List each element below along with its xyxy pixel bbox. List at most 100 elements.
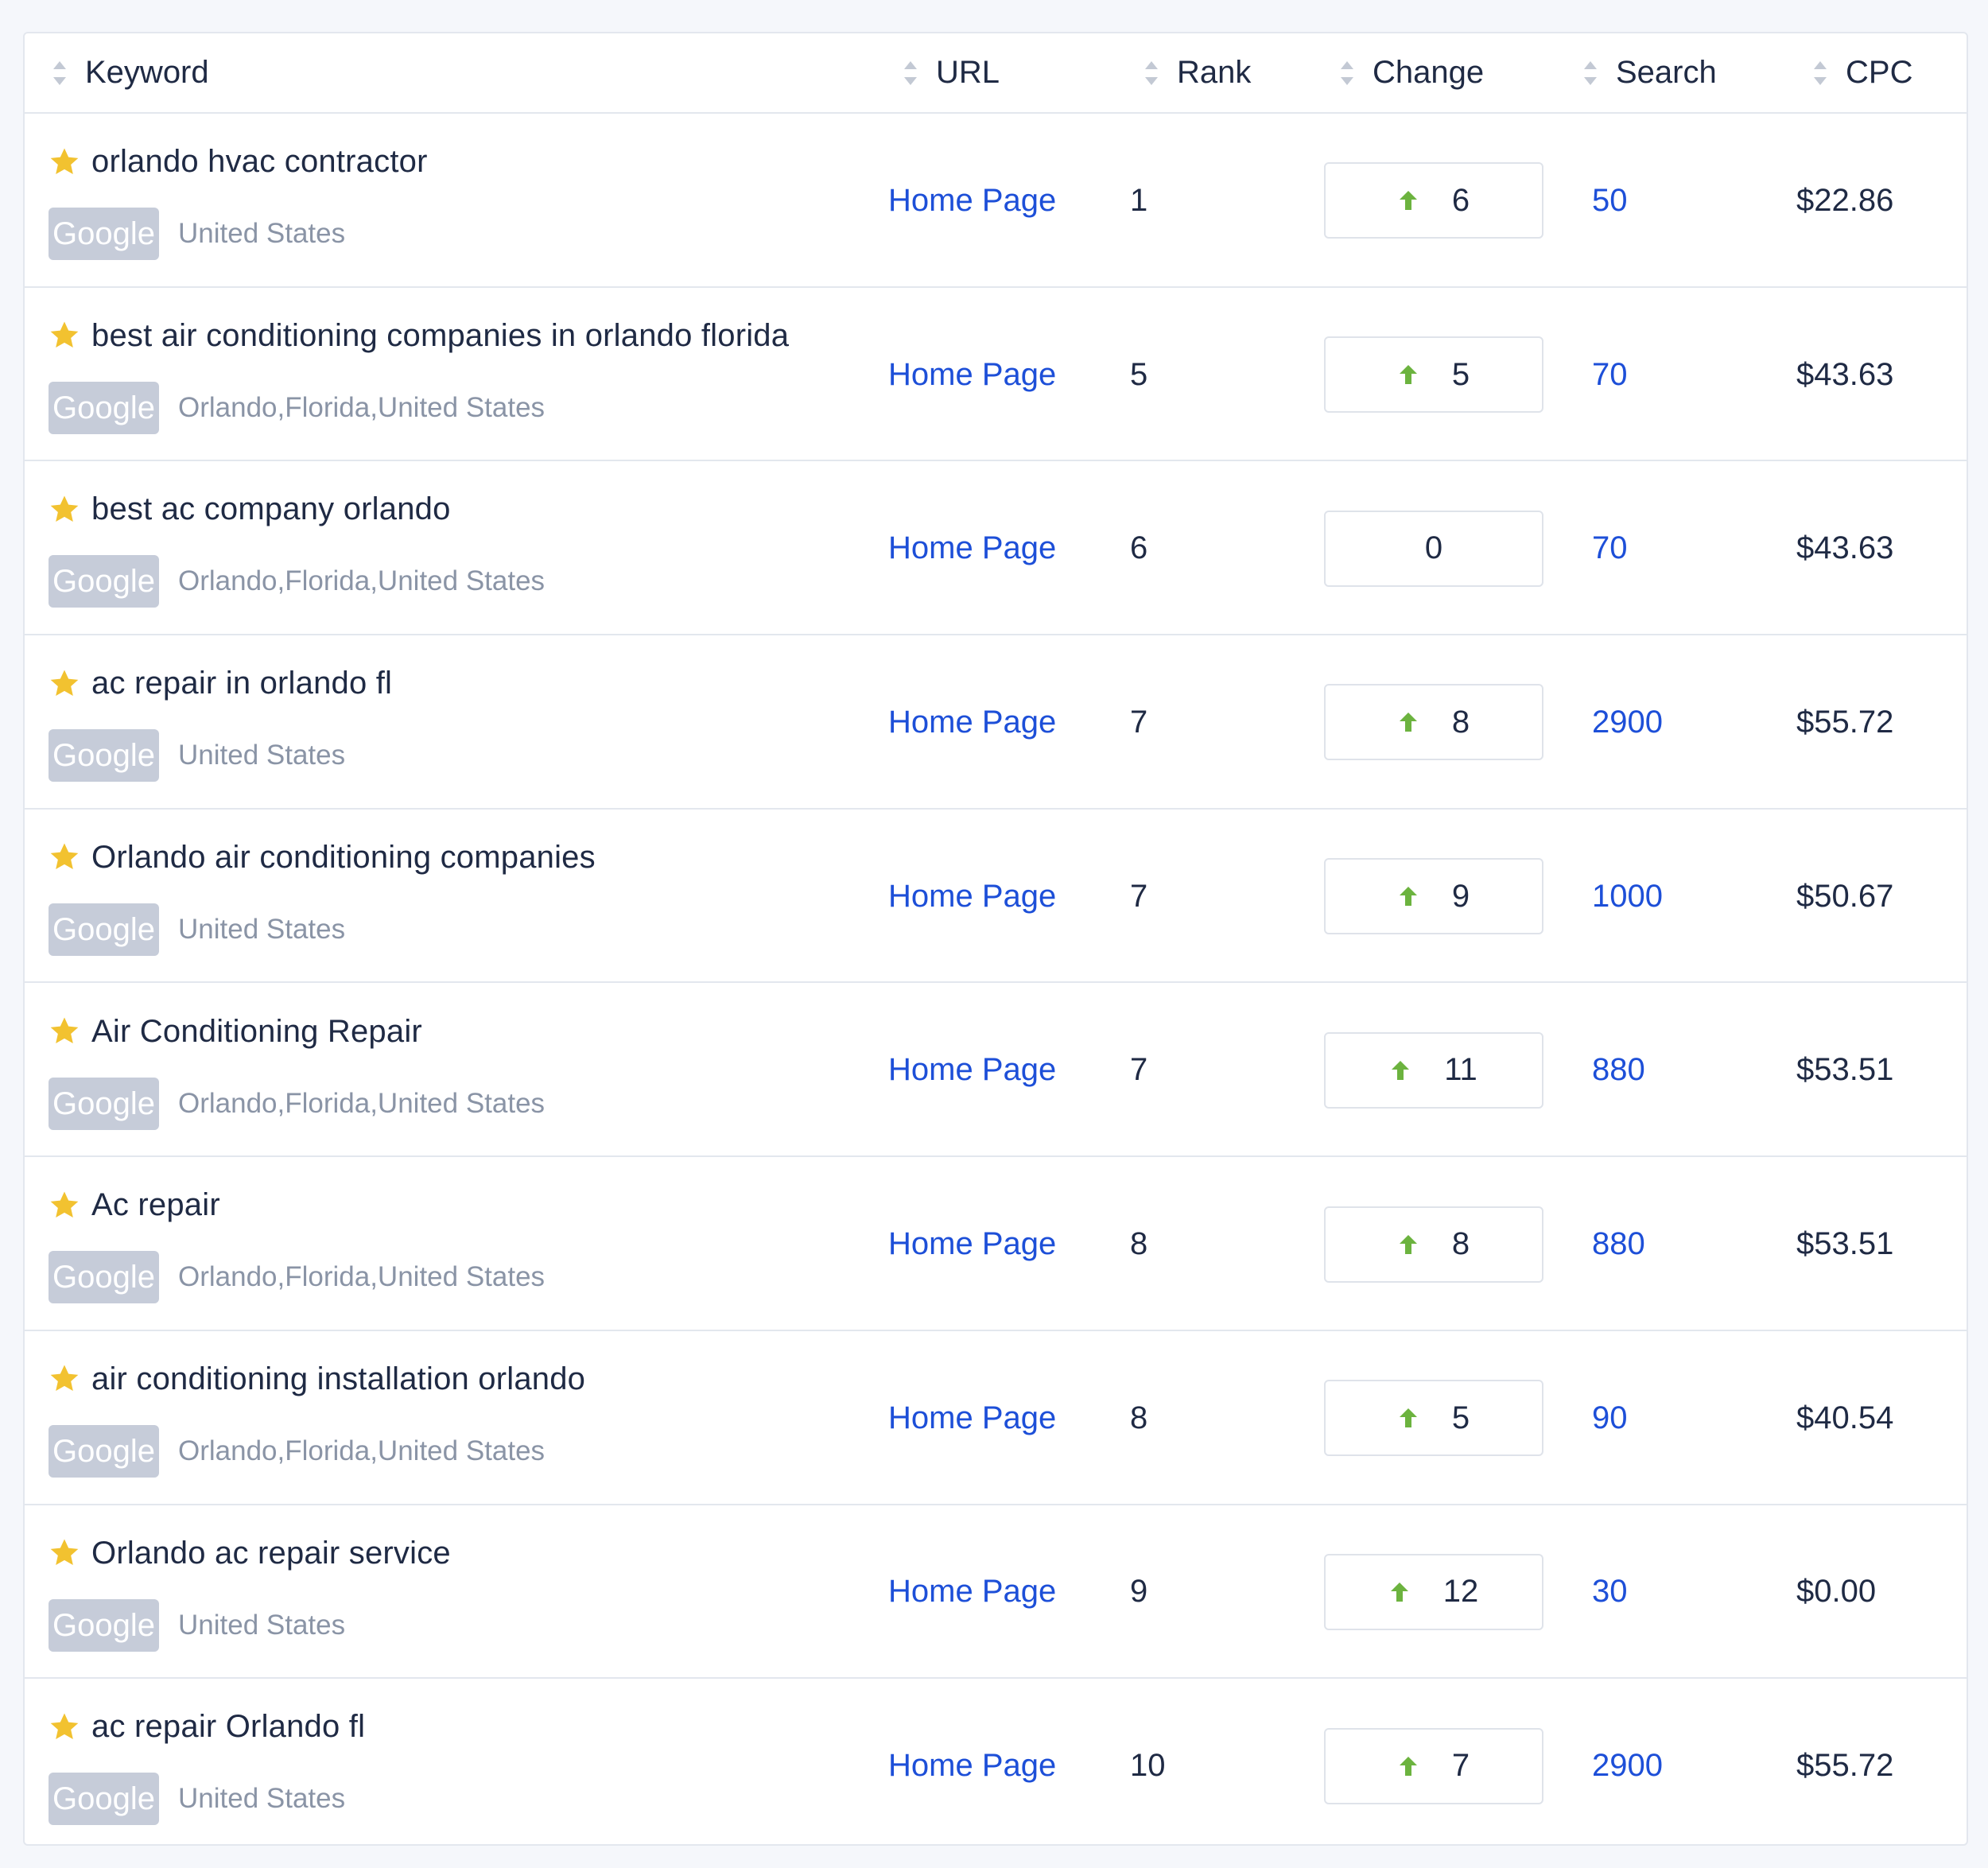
url-link[interactable]: Home Page xyxy=(888,525,1056,573)
sort-icon[interactable] xyxy=(1339,60,1355,87)
star-icon[interactable] xyxy=(49,1190,80,1221)
change-value: 11 xyxy=(1444,1052,1477,1088)
change-value: 5 xyxy=(1451,356,1470,392)
location-text: United States xyxy=(177,740,346,771)
star-icon[interactable] xyxy=(49,841,80,873)
change-box: 12 xyxy=(1324,1553,1543,1630)
url-link[interactable]: Home Page xyxy=(888,698,1056,746)
search-engine-badge: Google xyxy=(49,381,159,434)
keyword-meta: Google United States xyxy=(49,1773,345,1826)
sort-icon[interactable] xyxy=(1812,60,1828,87)
column-header-label: Rank xyxy=(1177,55,1252,90)
keyword-meta: Google United States xyxy=(49,1598,346,1652)
table-row: Air Conditioning Repair Google Orlando,Flo… xyxy=(25,984,1967,1158)
sort-icon[interactable] xyxy=(52,60,68,87)
cpc-value: $53.51 xyxy=(1796,1226,1894,1262)
url-link[interactable]: Home Page xyxy=(888,1221,1056,1268)
arrow-up-icon xyxy=(1399,1408,1417,1428)
keyword-cell: Air Conditioning Repair xyxy=(49,1014,422,1050)
table-row: ac repair Orlando fl Google United States H… xyxy=(25,1679,1967,1853)
column-header-label: Search xyxy=(1616,55,1717,90)
cpc-value: $0.00 xyxy=(1796,1574,1877,1610)
table-row: ac repair in orlando fl Google United Stat… xyxy=(25,635,1967,810)
change-box: 9 xyxy=(1324,858,1543,935)
column-header-rank[interactable]: Rank xyxy=(1143,33,1251,112)
sort-icon[interactable] xyxy=(1143,60,1159,87)
rank-value: 8 xyxy=(1130,1226,1148,1262)
url-link[interactable]: Home Page xyxy=(888,1568,1056,1616)
search-engine-badge: Google xyxy=(49,903,159,956)
table-row: air conditioning installation orlando Goo… xyxy=(25,1331,1967,1505)
keyword-text: best air conditioning companies in orlan… xyxy=(91,317,790,353)
location-text: Orlando,Florida,United States xyxy=(177,565,546,597)
star-icon[interactable] xyxy=(49,1537,80,1569)
column-header-keyword[interactable]: Keyword xyxy=(52,33,209,112)
table-row: Ac repair Google Orlando,Florida,United St… xyxy=(25,1157,1967,1331)
url-link[interactable]: Home Page xyxy=(888,872,1056,920)
url-link[interactable]: Home Page xyxy=(888,1394,1056,1442)
column-header-url[interactable]: URL xyxy=(903,33,1000,112)
search-volume-link[interactable]: 30 xyxy=(1592,1568,1628,1616)
search-volume-link[interactable]: 70 xyxy=(1592,525,1628,573)
keyword-meta: Google United States xyxy=(49,903,345,956)
column-header-cpc[interactable]: CPC xyxy=(1812,33,1912,112)
search-engine-badge: Google xyxy=(49,208,159,260)
search-engine-badge: Google xyxy=(49,1424,159,1478)
keyword-cell: air conditioning installation orlando xyxy=(49,1361,585,1397)
sort-icon[interactable] xyxy=(1582,60,1598,87)
search-volume-link[interactable]: 880 xyxy=(1592,1221,1645,1268)
table-header: Keyword URL Rank Change Search CPC xyxy=(25,33,1967,114)
star-icon[interactable] xyxy=(49,1363,80,1395)
rank-value: 5 xyxy=(1130,356,1148,392)
change-value: 0 xyxy=(1424,530,1443,566)
star-icon[interactable] xyxy=(49,668,80,700)
arrow-up-icon xyxy=(1399,1234,1417,1254)
search-engine-badge: Google xyxy=(49,1077,159,1130)
change-value: 12 xyxy=(1442,1574,1479,1610)
search-volume-link[interactable]: 70 xyxy=(1592,351,1628,398)
rank-value: 1 xyxy=(1130,182,1148,218)
search-volume-link[interactable]: 1000 xyxy=(1592,872,1663,920)
rank-value: 10 xyxy=(1130,1748,1166,1784)
location-text: Orlando,Florida,United States xyxy=(177,1087,546,1119)
star-icon[interactable] xyxy=(49,1711,80,1743)
keyword-cell: Orlando air conditioning companies xyxy=(49,840,596,876)
location-text: Orlando,Florida,United States xyxy=(177,391,546,423)
search-engine-badge: Google xyxy=(49,555,159,608)
search-volume-link[interactable]: 90 xyxy=(1592,1394,1628,1442)
keyword-meta: Google Orlando,Florida,United States xyxy=(49,1424,545,1478)
star-icon[interactable] xyxy=(49,320,80,351)
search-volume-link[interactable]: 2900 xyxy=(1592,698,1663,746)
table-row: Orlando air conditioning companies Google… xyxy=(25,810,1967,984)
url-link[interactable]: Home Page xyxy=(888,1047,1056,1094)
cpc-value: $55.72 xyxy=(1796,1748,1894,1784)
arrow-up-icon xyxy=(1399,1756,1417,1776)
rank-value: 9 xyxy=(1130,1574,1148,1610)
keyword-meta: Google Orlando,Florida,United States xyxy=(49,1251,545,1304)
arrow-up-icon xyxy=(1390,1582,1408,1602)
column-header-change[interactable]: Change xyxy=(1339,33,1484,112)
arrow-up-icon xyxy=(1399,713,1417,732)
change-box: 11 xyxy=(1324,1031,1543,1109)
search-volume-link[interactable]: 50 xyxy=(1592,177,1628,224)
location-text: United States xyxy=(177,1609,346,1641)
location-text: United States xyxy=(177,913,346,945)
change-box: 5 xyxy=(1324,336,1543,414)
url-link[interactable]: Home Page xyxy=(888,351,1056,398)
url-link[interactable]: Home Page xyxy=(888,177,1056,224)
star-icon[interactable] xyxy=(49,494,80,526)
change-box: 8 xyxy=(1324,1206,1543,1283)
search-volume-link[interactable]: 880 xyxy=(1592,1047,1645,1094)
change-box: 0 xyxy=(1324,510,1543,587)
rank-value: 7 xyxy=(1130,704,1148,740)
column-header-search[interactable]: Search xyxy=(1582,33,1717,112)
star-icon[interactable] xyxy=(49,1016,80,1047)
change-value: 8 xyxy=(1451,1226,1470,1262)
location-text: United States xyxy=(177,218,346,249)
star-icon[interactable] xyxy=(49,146,80,178)
search-volume-link[interactable]: 2900 xyxy=(1592,1742,1663,1790)
url-link[interactable]: Home Page xyxy=(888,1742,1056,1790)
change-box: 8 xyxy=(1324,684,1543,761)
sort-icon[interactable] xyxy=(903,60,918,87)
change-box: 5 xyxy=(1324,1380,1543,1457)
